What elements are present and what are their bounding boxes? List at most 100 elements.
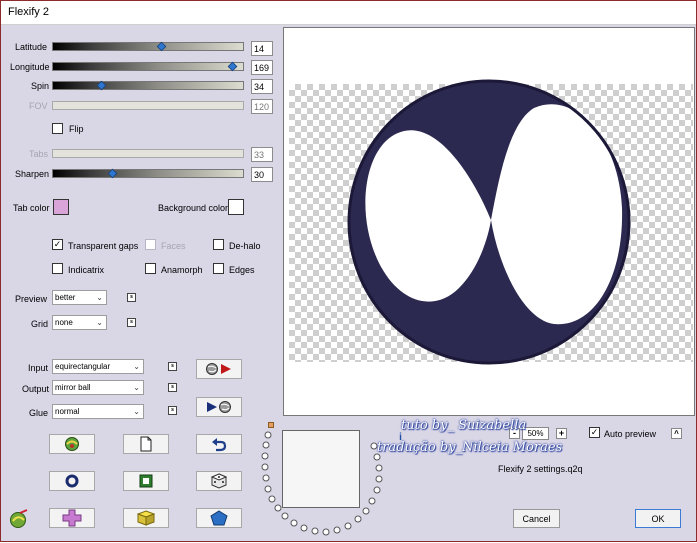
preview-quality-value: better bbox=[55, 293, 76, 302]
pentagon-icon bbox=[210, 510, 228, 526]
window-title: Flexify 2 bbox=[8, 6, 49, 18]
tab-color-label: Tab color bbox=[13, 203, 50, 213]
mirror-ball-preview-image bbox=[347, 79, 631, 365]
longitude-label: Longitude bbox=[10, 62, 50, 72]
tabs-value-field: 33 bbox=[251, 147, 273, 162]
random-globe-icon bbox=[65, 437, 79, 451]
fov-label: FOV bbox=[29, 101, 48, 111]
cross-shape-icon bbox=[62, 509, 82, 527]
ok-button[interactable]: OK bbox=[635, 509, 681, 528]
undo-arrow-icon bbox=[212, 438, 227, 452]
latitude-slider-thumb[interactable] bbox=[157, 41, 167, 52]
edges-checkbox[interactable] bbox=[213, 263, 224, 274]
indicatrix-checkbox[interactable] bbox=[52, 263, 63, 274]
anamorph-checkbox[interactable] bbox=[145, 263, 156, 274]
watermark-line-2: tradução by_Nilceia Moraes bbox=[377, 440, 563, 455]
glue-label: Glue bbox=[29, 408, 49, 418]
sharpen-label: Sharpen bbox=[15, 169, 50, 179]
chevron-down-icon: ⌄ bbox=[96, 318, 103, 327]
glue-toggle[interactable]: s bbox=[168, 406, 177, 415]
sharpen-slider-thumb[interactable] bbox=[107, 168, 118, 179]
chevron-down-icon: ⌄ bbox=[96, 293, 103, 302]
output-value: mirror ball bbox=[55, 383, 91, 392]
frame-shape-button[interactable] bbox=[123, 471, 169, 491]
glue-value: normal bbox=[55, 407, 80, 416]
output-preset-button[interactable] bbox=[196, 397, 242, 417]
undo-button[interactable] bbox=[196, 434, 242, 454]
output-toggle[interactable]: s bbox=[168, 383, 177, 392]
spin-value-field[interactable]: 34 bbox=[251, 79, 273, 94]
spin-slider-thumb[interactable] bbox=[96, 80, 106, 91]
square-frame-icon bbox=[139, 474, 153, 488]
random-button[interactable] bbox=[49, 434, 95, 454]
preview-quality-select[interactable]: better ⌄ bbox=[52, 290, 107, 305]
grid-label: Grid bbox=[31, 319, 49, 329]
longitude-slider[interactable] bbox=[52, 61, 244, 72]
longitude-slider-thumb[interactable] bbox=[227, 61, 237, 72]
sharpen-value-field[interactable]: 30 bbox=[251, 167, 273, 182]
latitude-slider[interactable] bbox=[52, 41, 244, 52]
settings-file-name: Flexify 2 settings.q2q bbox=[498, 464, 583, 474]
flexify-logo-icon bbox=[10, 509, 28, 528]
input-select[interactable]: equirectangular ⌄ bbox=[52, 359, 144, 374]
transparent-gaps-checkbox[interactable]: ✓ bbox=[52, 239, 63, 250]
cancel-button[interactable]: Cancel bbox=[513, 509, 560, 528]
input-preset-button[interactable] bbox=[196, 359, 242, 379]
auto-preview-checkbox[interactable]: ✓ bbox=[589, 427, 600, 438]
cube-icon bbox=[137, 510, 155, 526]
faces-label: Faces bbox=[161, 241, 186, 251]
latitude-label: Latitude bbox=[15, 42, 48, 52]
tabs-slider bbox=[52, 149, 244, 158]
longitude-value-field[interactable]: 169 bbox=[251, 60, 273, 75]
de-halo-label: De-halo bbox=[229, 241, 261, 251]
dice-button[interactable] bbox=[196, 471, 242, 491]
title-bar: Flexify 2 bbox=[1, 1, 696, 25]
faces-checkbox bbox=[145, 239, 156, 250]
sharpen-slider[interactable] bbox=[52, 168, 244, 179]
auto-preview-label: Auto preview bbox=[604, 429, 657, 439]
preview-panel[interactable] bbox=[283, 27, 695, 416]
de-halo-checkbox[interactable] bbox=[213, 239, 224, 250]
grid-select[interactable]: none ⌄ bbox=[52, 315, 107, 330]
edges-label: Edges bbox=[229, 265, 255, 275]
output-select[interactable]: mirror ball ⌄ bbox=[52, 380, 144, 395]
ring-shape-button[interactable] bbox=[49, 471, 95, 491]
output-label: Output bbox=[22, 384, 50, 394]
navigator-dot-ring bbox=[261, 431, 383, 536]
tab-color-swatch[interactable] bbox=[53, 199, 69, 215]
fov-slider bbox=[52, 101, 244, 110]
grid-toggle[interactable]: s bbox=[127, 318, 136, 327]
input-value: equirectangular bbox=[55, 362, 111, 371]
chevron-down-icon: ⌄ bbox=[133, 383, 140, 392]
anamorph-label: Anamorph bbox=[161, 265, 203, 275]
glue-select[interactable]: normal ⌄ bbox=[52, 404, 144, 419]
zoom-in-button[interactable]: + bbox=[556, 428, 567, 439]
spin-label: Spin bbox=[31, 81, 50, 91]
ring-icon bbox=[65, 474, 79, 488]
dice-icon bbox=[211, 473, 227, 489]
tabs-label: Tabs bbox=[29, 149, 49, 159]
flip-checkbox[interactable] bbox=[52, 123, 63, 134]
flexify-logo-button[interactable] bbox=[6, 508, 32, 530]
pentagon-shape-button[interactable] bbox=[196, 508, 242, 528]
cube-shape-button[interactable] bbox=[123, 508, 169, 528]
collapse-button[interactable]: ^ bbox=[671, 428, 682, 439]
chevron-down-icon: ⌄ bbox=[133, 362, 140, 371]
transparent-gaps-label: Transparent gaps bbox=[68, 241, 139, 251]
cross-shape-button[interactable] bbox=[49, 508, 95, 528]
chevron-down-icon: ⌄ bbox=[133, 407, 140, 416]
fov-value-field: 120 bbox=[251, 99, 273, 114]
globe-play-icon bbox=[206, 363, 231, 375]
new-button[interactable] bbox=[123, 434, 169, 454]
preview-quality-label: Preview bbox=[15, 294, 48, 304]
spin-slider[interactable] bbox=[52, 80, 244, 91]
input-label: Input bbox=[28, 363, 49, 373]
background-color-swatch[interactable] bbox=[228, 199, 244, 215]
preview-quality-toggle[interactable]: s bbox=[127, 293, 136, 302]
latitude-value-field[interactable]: 14 bbox=[251, 41, 273, 56]
input-toggle[interactable]: s bbox=[168, 362, 177, 371]
new-page-icon bbox=[140, 436, 152, 452]
flip-label: Flip bbox=[69, 124, 84, 134]
play-globe-icon bbox=[207, 401, 231, 413]
flexify-dialog: Flexify 2 Latitude 14 Longitude 169 Spin… bbox=[0, 0, 697, 542]
